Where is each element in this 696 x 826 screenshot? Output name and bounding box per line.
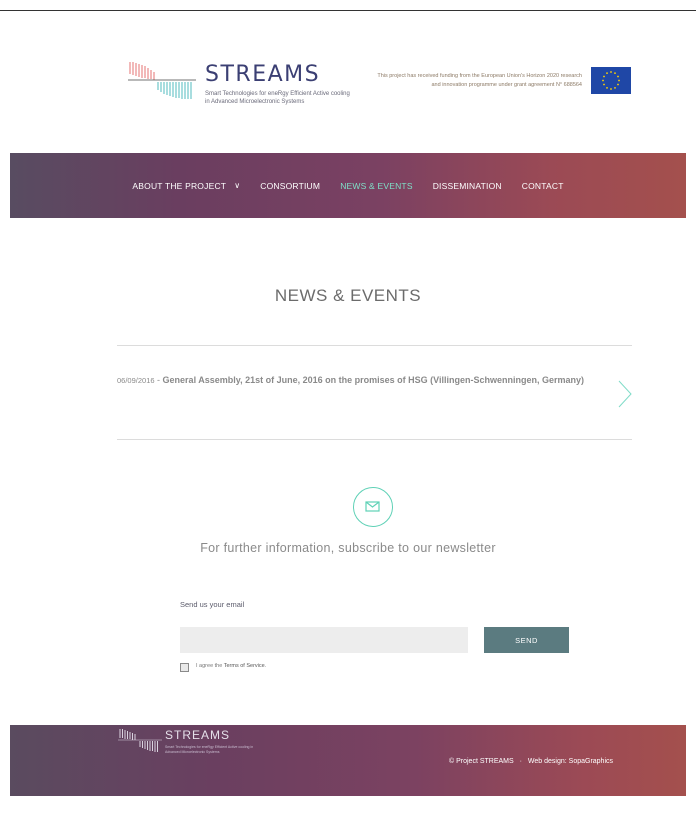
news-separator: - bbox=[154, 375, 163, 385]
top-border bbox=[0, 10, 696, 11]
nav-item-label: DISSEMINATION bbox=[432, 180, 502, 191]
divider bbox=[117, 439, 632, 440]
copyright-text: © Project STREAMS bbox=[449, 758, 514, 765]
credits-separator: · bbox=[519, 758, 522, 765]
nav-item-news-events[interactable]: NEWS & EVENTS bbox=[340, 181, 413, 191]
nav-item-about-the-project[interactable]: ABOUT THE PROJECT ∨ bbox=[132, 181, 240, 191]
send-button[interactable]: SEND bbox=[484, 627, 569, 653]
chevron-right-icon[interactable] bbox=[617, 380, 633, 408]
page-title: NEWS & EVENTS bbox=[274, 286, 422, 305]
nav-item-label: CONTACT bbox=[521, 180, 564, 191]
eu-funding-text: This project has received funding from t… bbox=[377, 73, 582, 88]
streams-logo-icon[interactable] bbox=[118, 727, 162, 753]
design-credit-link[interactable]: Web design: SopaGraphics bbox=[528, 758, 613, 765]
terms-checkbox[interactable] bbox=[180, 663, 189, 672]
nav-item-contact[interactable]: CONTACT bbox=[522, 181, 564, 191]
streams-logo-icon[interactable] bbox=[128, 60, 196, 100]
eu-flag-icon bbox=[591, 67, 631, 94]
divider bbox=[117, 345, 632, 346]
email-field[interactable] bbox=[180, 627, 468, 653]
news-item[interactable]: 06/09/2016 - General Assembly, 21st of J… bbox=[117, 371, 597, 390]
email-label: Send us your email bbox=[180, 600, 245, 609]
nav-item-label: NEWS & EVENTS bbox=[340, 180, 413, 191]
footer-logo-title: STREAMS bbox=[165, 728, 231, 742]
footer-logo-subtitle: Smart Technologies for eneRgy Efficient … bbox=[165, 745, 254, 754]
newsletter-icon-badge bbox=[353, 487, 393, 527]
nav-item-dissemination[interactable]: DISSEMINATION bbox=[433, 181, 502, 191]
terms-suffix: . bbox=[264, 663, 267, 669]
nav-banner: ABOUT THE PROJECT ∨ CONSORTIUM NEWS & EV… bbox=[10, 153, 686, 218]
footer: STREAMS Smart Technologies for eneRgy Ef… bbox=[10, 725, 686, 796]
logo-subtitle: Smart Technologies for eneRgy Efficient … bbox=[205, 91, 350, 105]
nav-item-label: ABOUT THE PROJECT bbox=[132, 180, 227, 191]
envelope-icon bbox=[365, 501, 380, 512]
terms-of-service-link[interactable]: Terms of Service bbox=[224, 663, 265, 669]
chevron-down-icon[interactable]: ∨ bbox=[234, 181, 240, 190]
nav-item-consortium[interactable]: CONSORTIUM bbox=[260, 181, 320, 191]
footer-credits: © Project STREAMS · Web design: SopaGrap… bbox=[449, 758, 613, 765]
terms-label: I agree the Terms of Service. bbox=[196, 663, 266, 669]
newsletter-heading: For further information, subscribe to ou… bbox=[200, 541, 496, 555]
news-date: 06/09/2016 bbox=[117, 376, 155, 385]
news-title[interactable]: General Assembly, 21st of June, 2016 on … bbox=[163, 375, 584, 385]
logo-title[interactable]: STREAMS bbox=[205, 62, 320, 87]
nav-item-label: CONSORTIUM bbox=[260, 180, 321, 191]
main-nav: ABOUT THE PROJECT ∨ CONSORTIUM NEWS & EV… bbox=[10, 153, 686, 218]
terms-prefix: I agree the bbox=[196, 663, 224, 669]
